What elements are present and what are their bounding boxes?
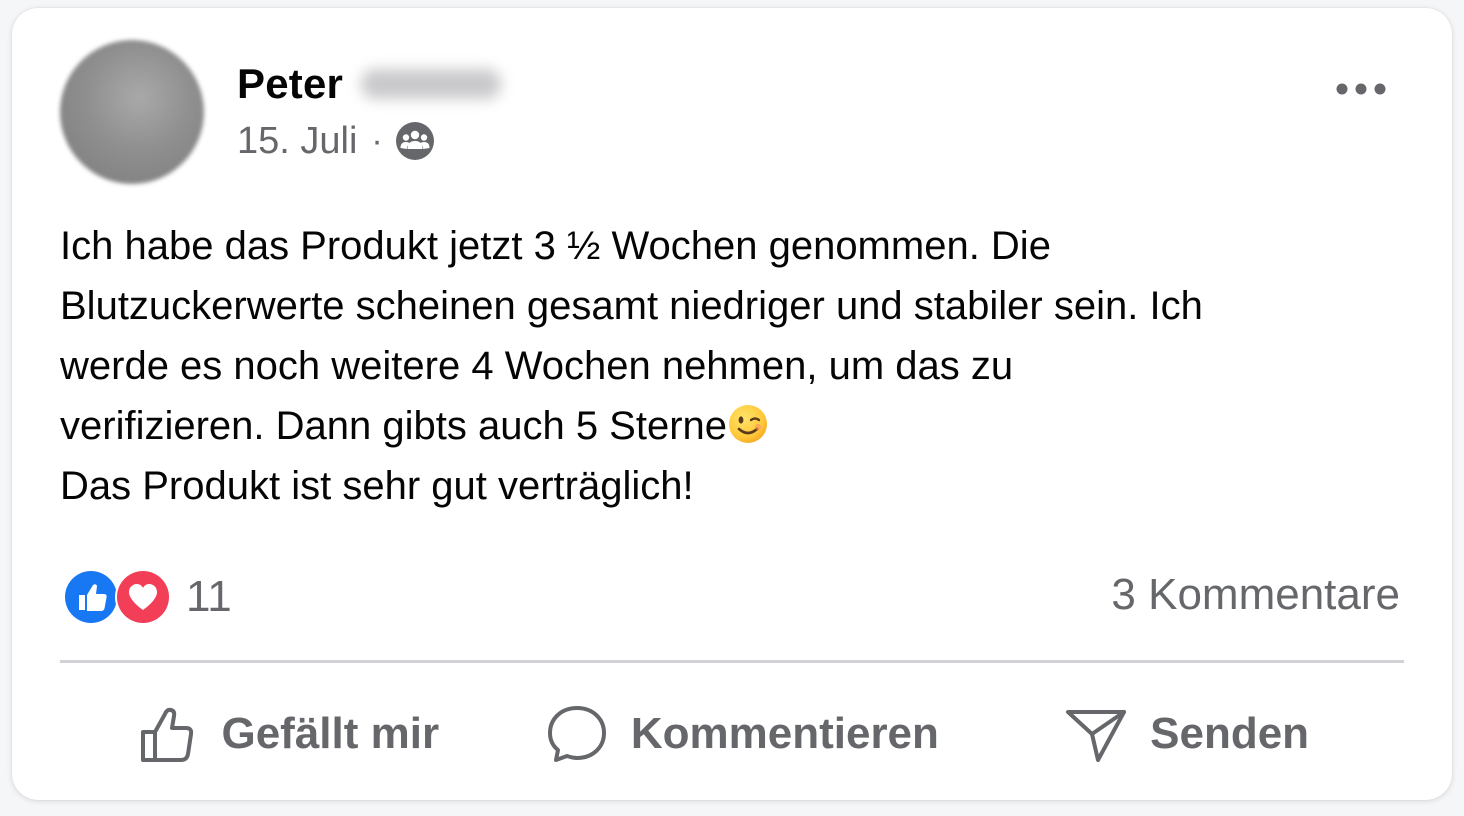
divider <box>60 660 1404 663</box>
comment-bubble-icon <box>547 706 606 762</box>
more-options-button[interactable] <box>1326 72 1396 106</box>
winking-face-emoji-icon <box>727 402 769 444</box>
like-reaction-icon <box>62 568 120 626</box>
comment-button[interactable]: Kommentieren <box>515 688 970 780</box>
avatar[interactable] <box>60 40 204 184</box>
author-surname-redacted <box>361 69 502 99</box>
post-card: Peter 15. Juli · Ich habe das Produkt je… <box>12 8 1452 800</box>
post-meta: 15. Juli · <box>237 118 435 164</box>
reaction-count[interactable]: 11 <box>186 572 232 622</box>
like-button-label: Gefällt mir <box>221 709 440 758</box>
thumbs-up-icon <box>141 707 194 762</box>
love-reaction-icon <box>114 568 172 626</box>
action-bar: Gefällt mir Kommentieren Senden <box>60 688 1404 780</box>
post-date[interactable]: 15. Juli <box>237 120 357 163</box>
comments-count-link[interactable]: 3 Kommentare <box>1111 570 1400 620</box>
comment-button-label: Kommentieren <box>630 709 939 758</box>
send-icon <box>1066 710 1127 762</box>
send-button-label: Senden <box>1150 709 1310 758</box>
post-text-main: Ich habe das Produkt jetzt 3 ½ Wochen ge… <box>60 224 1203 448</box>
more-dots-icon <box>1336 83 1386 95</box>
post-text-tail: Das Produkt ist sehr gut verträglich! <box>60 464 694 508</box>
send-button[interactable]: Senden <box>969 688 1404 780</box>
like-button[interactable]: Gefällt mir <box>60 688 515 780</box>
author-header: Peter <box>237 60 502 108</box>
group-icon <box>395 121 435 161</box>
reaction-summary[interactable]: 11 <box>62 568 232 626</box>
post-text: Ich habe das Produkt jetzt 3 ½ Wochen ge… <box>60 216 1420 516</box>
meta-separator: · <box>371 121 383 160</box>
author-name[interactable]: Peter <box>237 60 343 108</box>
